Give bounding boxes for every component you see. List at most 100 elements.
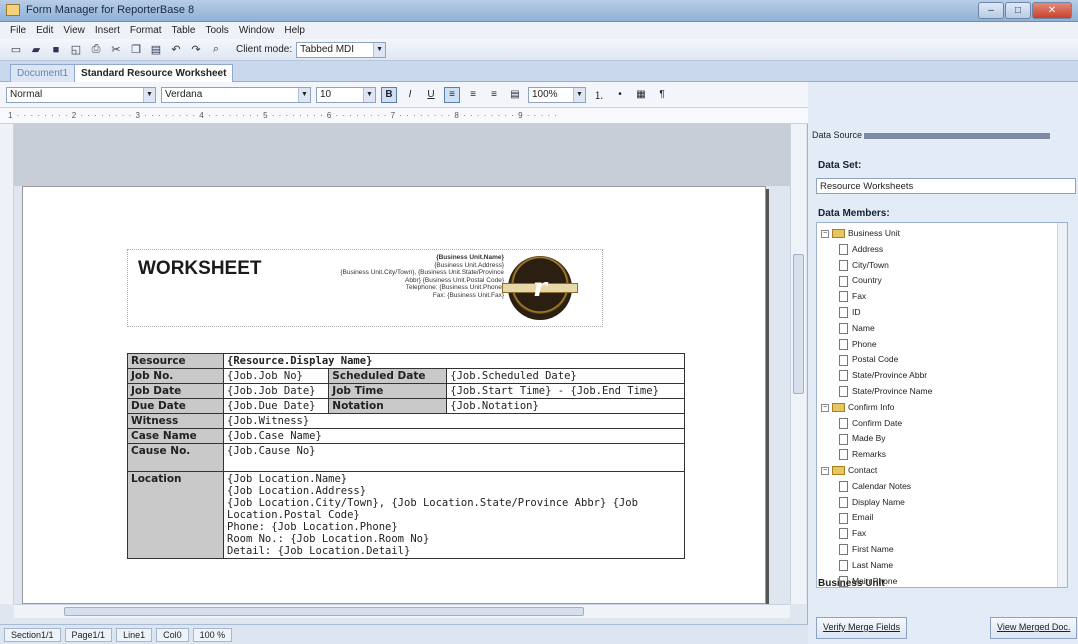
bullet-list-icon[interactable]: • [612,87,628,103]
horizontal-scrollbar[interactable] [14,604,790,618]
table-icon[interactable]: ▦ [633,87,649,103]
tree-field[interactable]: State/Province Name [839,385,932,398]
tree-field[interactable]: Country [839,274,882,287]
tree-field[interactable]: Fax [839,527,866,540]
scroll-thumb[interactable] [64,607,584,616]
data-set-select[interactable]: Resource Worksheets [816,178,1076,194]
witness-value[interactable]: {Job.Witness} [223,413,685,429]
tree-field[interactable]: Fax [839,290,866,303]
data-members-tree[interactable]: − Business Unit Address City/Town Country Fax… [816,222,1068,588]
font-select[interactable]: Verdana ▼ [161,86,311,103]
tree-folder[interactable]: − Business Unit [821,227,900,240]
collapse-icon[interactable]: − [821,403,829,412]
bold-icon[interactable]: B [381,86,397,103]
menu-help[interactable]: Help [284,25,305,36]
tree-field[interactable]: Postal Code [839,353,898,366]
maximize-button[interactable]: □ [1005,2,1031,19]
tree-field[interactable]: ID [839,306,861,319]
tree-field[interactable]: Name [839,322,875,335]
menu-view[interactable]: View [63,25,85,36]
case-name-value[interactable]: {Job.Case Name} [223,428,685,444]
tree-field[interactable]: Remarks [839,448,886,461]
font-size-select[interactable]: 10 ▼ [316,86,376,103]
selected-node-label: Business Unit [818,578,885,589]
job-no-value[interactable]: {Job.Job No} [222,368,330,384]
align-left-icon[interactable]: ≡ [444,86,460,103]
undo-icon[interactable]: ↶ [168,42,184,58]
view-merged-doc-button[interactable]: View Merged Doc. [990,617,1078,639]
copy-icon[interactable]: ❐ [128,42,144,58]
menu-file[interactable]: File [10,25,26,36]
tree-field[interactable]: Address [839,243,883,256]
menu-edit[interactable]: Edit [36,25,53,36]
tree-node-label: State/Province Name [852,386,933,396]
italic-icon[interactable]: I [402,87,418,103]
align-center-icon[interactable]: ≡ [465,87,481,103]
save-icon[interactable]: ■ [48,42,64,58]
cut-icon[interactable]: ✂ [108,42,124,58]
tree-field[interactable]: First Name [839,543,894,556]
menu-format[interactable]: Format [130,25,162,36]
field-icon [839,259,848,271]
tree-field[interactable]: Display Name [839,496,905,509]
due-date-value[interactable]: {Job.Due Date} [222,398,330,414]
zoom-select[interactable]: 100% ▼ [528,86,586,103]
tree-node-label: Email [852,512,874,523]
minimize-button[interactable]: – [978,2,1004,19]
verify-merge-fields-button[interactable]: Verify Merge Fields [816,617,908,639]
location-value[interactable]: {Job Location.Name} {Job Location.Addres… [223,471,685,559]
close-button[interactable]: ✕ [1032,2,1072,19]
location-label: Location [127,471,224,559]
align-right-icon[interactable]: ≡ [486,87,502,103]
menu-tools[interactable]: Tools [205,25,228,36]
justify-icon[interactable]: ▤ [507,87,523,103]
menu-table[interactable]: Table [172,25,196,36]
tree-scrollbar[interactable] [1057,223,1067,587]
new-document-icon[interactable]: ▭ [8,42,24,58]
menu-window[interactable]: Window [239,25,275,36]
tree-node-label: Phone [852,338,877,349]
scheduled-date-value[interactable]: {Job.Scheduled Date} [446,368,685,384]
print-icon[interactable]: ⎙ [88,42,104,58]
style-select[interactable]: Normal ▼ [6,86,156,103]
tree-field[interactable]: State/Province Abbr [839,369,927,382]
open-folder-icon[interactable]: ▰ [28,42,44,58]
tree-field[interactable]: Email [839,511,873,524]
tab-document1[interactable]: Document1 [10,64,76,82]
job-date-value[interactable]: {Job.Job Date} [222,383,330,399]
status-bar: Section1/1 Page1/1 Line1 Col0 100 % [0,624,808,644]
job-time-value[interactable]: {Job.Start Time} - {Job.End Time} [446,383,685,399]
client-mode-select[interactable]: Tabbed MDI ▼ [296,41,387,58]
menu-insert[interactable]: Insert [95,25,120,36]
tree-field[interactable]: City/Town [839,259,889,272]
tree-field[interactable]: Calendar Notes [839,480,911,493]
table-row: Resource {Resource.Display Name} [127,353,685,369]
paragraph-mark-icon[interactable]: ¶ [654,87,670,103]
tab-standard-resource-worksheet[interactable]: Standard Resource Worksheet [74,64,234,82]
scroll-thumb[interactable] [793,254,804,394]
notation-value[interactable]: {Job.Notation} [446,398,685,414]
tree-node-label: ID [852,307,861,317]
tree-field[interactable]: Phone [839,338,877,351]
tree-folder[interactable]: − Contact [821,464,877,477]
vertical-ruler[interactable] [0,124,14,604]
paste-icon[interactable]: ▤ [148,42,164,58]
vertical-scrollbar[interactable] [790,124,806,604]
collapse-icon[interactable]: − [821,229,829,238]
cause-no-value[interactable]: {Job.Cause No} [223,443,685,472]
print-preview-icon[interactable]: ◱ [68,42,84,58]
document-page[interactable]: WORKSHEET {Business Unit.Name} {Business… [22,186,766,604]
pane-grip[interactable] [864,133,1050,139]
horizontal-ruler[interactable]: 1 · · · · · · · · 2 · · · · · · · · 3 · … [0,108,808,124]
find-icon[interactable]: ⌕ [208,42,224,58]
underline-icon[interactable]: U [423,87,439,103]
font-value: Verdana [165,88,203,100]
tree-field[interactable]: Made By [839,432,886,445]
resource-value[interactable]: {Resource.Display Name} [223,353,685,369]
tree-field[interactable]: Confirm Date [839,417,902,430]
tree-field[interactable]: Last Name [839,559,893,572]
collapse-icon[interactable]: − [821,466,829,475]
numbered-list-icon[interactable]: ⒈ [591,87,607,103]
tree-folder[interactable]: − Confirm Info [821,401,894,414]
redo-icon[interactable]: ↷ [188,42,204,58]
